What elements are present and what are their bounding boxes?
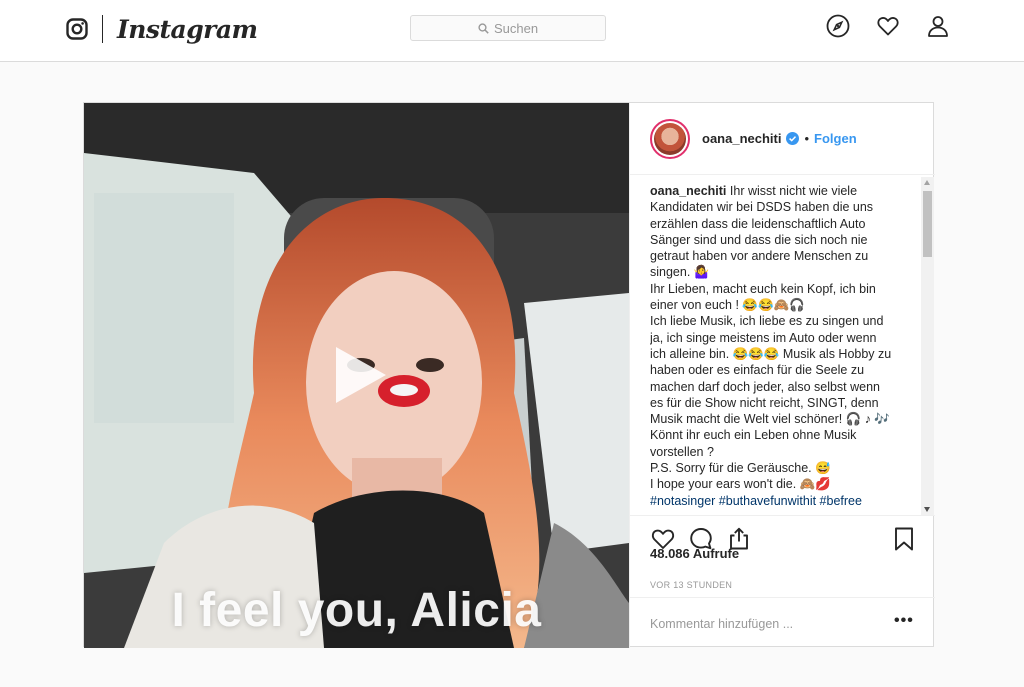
caption-line: erzählen dass die leidenschaftlich Auto [650,216,866,231]
header-separator: • [804,131,810,146]
search-placeholder: Suchen [493,20,539,36]
caption-line: Ihr Lieben, macht euch kein Kopf, ich bi… [650,281,876,296]
post-header: oana_nechiti • Folgen [630,103,935,175]
scroll-down-arrow-icon[interactable] [924,507,930,512]
caption-line: Sänger sind und dass die sich noch nie [650,232,868,247]
avatar[interactable] [650,118,690,159]
caption-line: Musik macht die Welt viel schöner! 🎧 ♪ 🎶 [650,412,890,427]
camera-logo-icon [66,18,88,40]
scrollbar-thumb[interactable] [923,191,932,257]
post-sidebar: oana_nechiti • Folgen oana_nechiti Ihr w… [629,103,935,648]
username-link[interactable]: oana_nechiti [702,131,781,146]
caption-line: Könnt ihr euch ein Leben ohne Musik [650,428,857,443]
caption-scrollbar[interactable] [921,177,934,515]
post-video[interactable]: I feel you, Alicia [84,103,629,648]
caption-line: singen. 🤷‍♀️ [650,265,710,280]
heart-icon[interactable] [876,14,900,38]
caption-area[interactable]: oana_nechiti Ihr wisst nicht wie viele K… [650,183,918,516]
caption-line: getraut haben vor andere Menschen zu [650,249,869,264]
scroll-up-arrow-icon[interactable] [924,180,930,185]
nav-icons [826,14,950,38]
caption-line: machen darf doch jeder, also selbst wenn [650,379,880,394]
verified-badge-icon [786,132,800,145]
caption-username[interactable]: oana_nechiti [650,184,726,198]
caption-line: einer von euch ! 😂😂🙈🎧 [650,298,805,313]
caption-line: Ich liebe Musik, ich liebe es zu singen … [650,314,884,329]
caption-line: haben oder es einfach für die Seele zu [650,363,865,378]
avatar-photo [654,122,686,155]
search-icon [478,22,489,34]
caption-line: Kandidaten wir bei DSDS haben die uns [650,200,874,215]
instagram-wordmark: Instagram [117,14,258,44]
compass-icon[interactable] [826,14,850,38]
caption-line: ja, ich singe meistens im Auto oder wenn [650,330,877,345]
logo-divider [102,15,103,43]
post-timestamp[interactable]: VOR 13 STUNDEN [650,580,732,590]
instagram-logo[interactable]: Instagram [66,14,258,44]
search-input[interactable]: Suchen [410,15,606,41]
comment-input[interactable]: Kommentar hinzufügen ... [650,617,793,631]
caption-line: P.S. Sorry für die Geräusche. 😅 [650,461,831,476]
video-overlay-text: I feel you, Alicia [171,584,542,637]
caption-line: es für die Show nicht reicht, SINGT, den… [650,395,879,410]
play-button-icon[interactable] [328,343,392,407]
caption-hashtags[interactable]: #notasinger #buthavefunwithit #befree [650,493,918,509]
more-options-icon[interactable]: ••• [894,612,914,630]
view-count[interactable]: 48.086 Aufrufe [650,546,739,561]
top-navigation: Instagram Suchen [0,0,1024,62]
add-comment-bar: Kommentar hinzufügen ... ••• [630,597,935,648]
caption-line: vorstellen ? [650,444,714,459]
caption-line: ich alleine bin. 😂😂😂 Musik als Hobby zu [650,346,892,361]
bookmark-icon[interactable] [892,526,916,552]
post-card: I feel you, Alicia oana_nechiti • Folgen… [83,102,935,648]
post-actions [630,515,935,551]
follow-button[interactable]: Folgen [814,131,857,146]
caption-line: I hope your ears won't die. 🙈💋 [650,477,831,492]
profile-icon[interactable] [926,14,950,38]
caption-line: Ihr wisst nicht wie viele [729,184,858,198]
